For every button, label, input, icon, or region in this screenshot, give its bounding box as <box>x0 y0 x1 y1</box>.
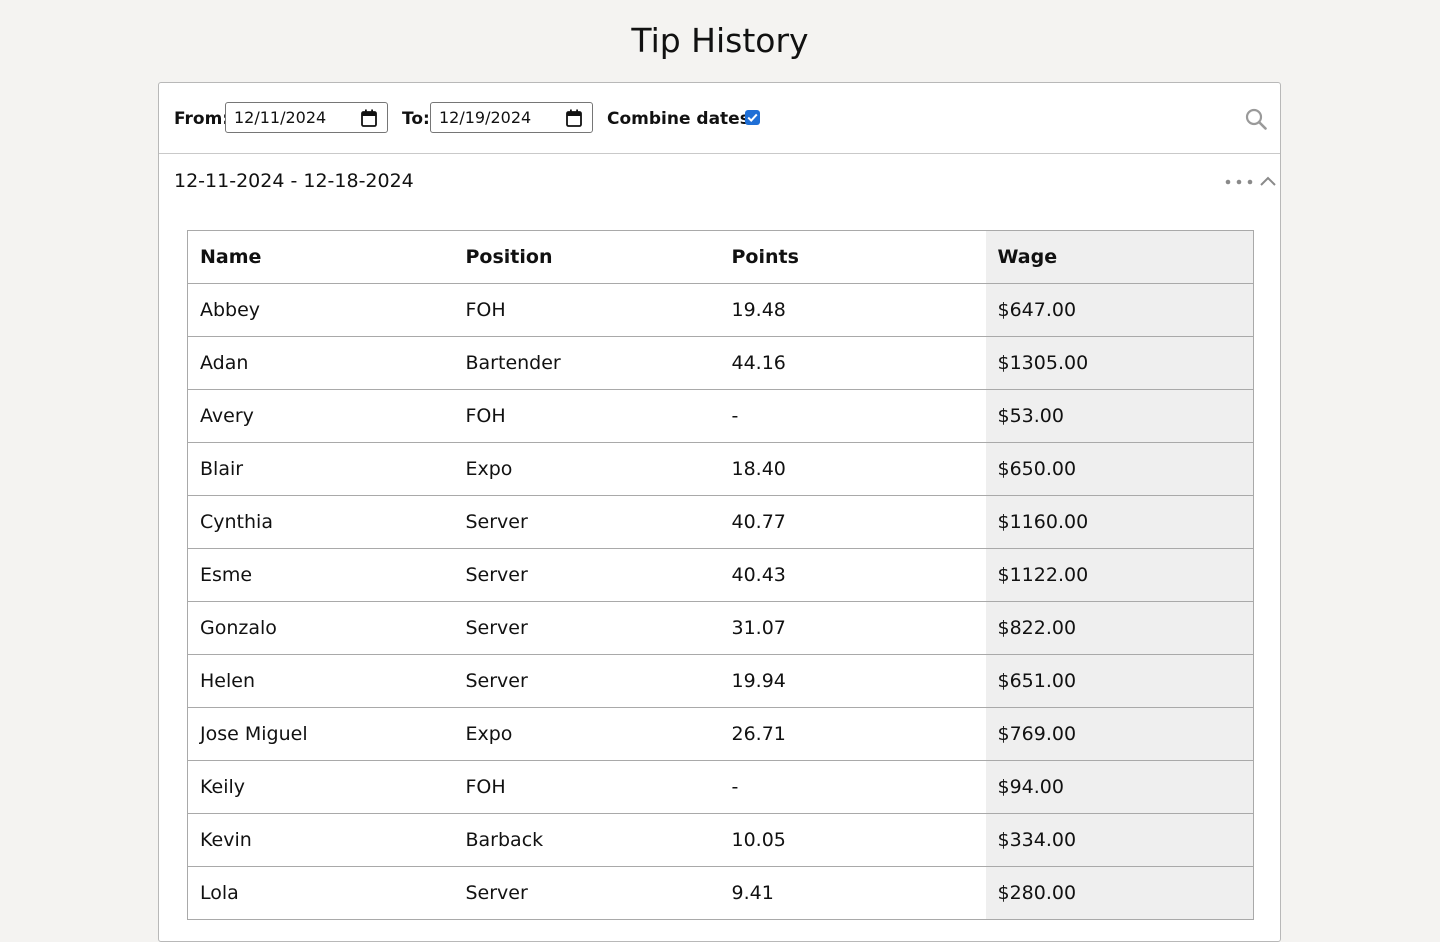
cell-wage: $822.00 <box>985 601 1254 655</box>
cell-points: 31.07 <box>719 601 986 655</box>
calendar-icon[interactable] <box>566 109 582 127</box>
to-date-value: 12/19/2024 <box>439 108 532 127</box>
cell-position: Server <box>453 601 720 655</box>
cell-points: - <box>719 760 986 814</box>
combine-dates-label: Combine dates? <box>607 109 760 129</box>
cell-points: 26.71 <box>719 707 986 761</box>
cell-name: Avery <box>187 389 454 443</box>
cell-name: Esme <box>187 548 454 602</box>
from-date-value: 12/11/2024 <box>234 108 327 127</box>
period-label: 12-11-2024 - 12-18-2024 <box>174 170 414 192</box>
cell-position: FOH <box>453 760 720 814</box>
combine-dates-checkbox[interactable] <box>745 110 760 125</box>
table-row: Blair Expo 18.40 $650.00 <box>187 442 1254 496</box>
column-header-position[interactable]: Position <box>453 230 720 284</box>
cell-position: Expo <box>453 442 720 496</box>
from-date-input[interactable]: 12/11/2024 <box>225 102 388 133</box>
cell-position: Server <box>453 866 720 920</box>
cell-name: Cynthia <box>187 495 454 549</box>
cell-wage: $280.00 <box>985 866 1254 920</box>
cell-wage: $647.00 <box>985 283 1254 337</box>
tip-table: Name Position Points Wage Abbey FOH 19.4… <box>187 230 1254 920</box>
cell-wage: $334.00 <box>985 813 1254 867</box>
table-row: Gonzalo Server 31.07 $822.00 <box>187 601 1254 655</box>
cell-name: Blair <box>187 442 454 496</box>
table-row: Esme Server 40.43 $1122.00 <box>187 548 1254 602</box>
to-label: To: <box>402 109 430 129</box>
cell-position: Barback <box>453 813 720 867</box>
cell-name: Abbey <box>187 283 454 337</box>
table-row: Avery FOH - $53.00 <box>187 389 1254 443</box>
table-row: Kevin Barback 10.05 $334.00 <box>187 813 1254 867</box>
tip-table-body: Abbey FOH 19.48 $647.00 Adan Bartender 4… <box>187 283 1254 920</box>
cell-name: Jose Miguel <box>187 707 454 761</box>
cell-wage: $1305.00 <box>985 336 1254 390</box>
cell-points: 18.40 <box>719 442 986 496</box>
cell-name: Keily <box>187 760 454 814</box>
column-header-points[interactable]: Points <box>719 230 986 284</box>
cell-wage: $1122.00 <box>985 548 1254 602</box>
cell-wage: $94.00 <box>985 760 1254 814</box>
table-row: Lola Server 9.41 $280.00 <box>187 866 1254 920</box>
cell-points: 44.16 <box>719 336 986 390</box>
tip-table-head: Name Position Points Wage <box>187 230 1254 284</box>
cell-wage: $650.00 <box>985 442 1254 496</box>
cell-name: Helen <box>187 654 454 708</box>
search-icon[interactable] <box>1245 108 1267 130</box>
cell-points: 9.41 <box>719 866 986 920</box>
column-header-name[interactable]: Name <box>187 230 454 284</box>
cell-wage: $651.00 <box>985 654 1254 708</box>
column-header-wage[interactable]: Wage <box>985 230 1254 284</box>
cell-points: 40.77 <box>719 495 986 549</box>
cell-name: Lola <box>187 866 454 920</box>
cell-name: Kevin <box>187 813 454 867</box>
cell-position: Server <box>453 495 720 549</box>
filter-bar: From: 12/11/2024 To: 12/19/2024 Combine … <box>159 83 1280 154</box>
cell-position: FOH <box>453 283 720 337</box>
cell-wage: $53.00 <box>985 389 1254 443</box>
cell-position: Server <box>453 654 720 708</box>
table-row: Cynthia Server 40.77 $1160.00 <box>187 495 1254 549</box>
cell-position: Bartender <box>453 336 720 390</box>
cell-points: - <box>719 389 986 443</box>
calendar-icon[interactable] <box>361 109 377 127</box>
cell-position: FOH <box>453 389 720 443</box>
chevron-up-icon[interactable] <box>1259 174 1277 188</box>
cell-name: Gonzalo <box>187 601 454 655</box>
cell-wage: $769.00 <box>985 707 1254 761</box>
table-row: Keily FOH - $94.00 <box>187 760 1254 814</box>
cell-points: 19.48 <box>719 283 986 337</box>
cell-points: 40.43 <box>719 548 986 602</box>
cell-position: Server <box>453 548 720 602</box>
page-title: Tip History <box>631 21 809 60</box>
cell-wage: $1160.00 <box>985 495 1254 549</box>
from-label: From: <box>174 109 230 129</box>
period-header: 12-11-2024 - 12-18-2024 <box>159 154 1280 206</box>
cell-points: 10.05 <box>719 813 986 867</box>
tip-history-card: From: 12/11/2024 To: 12/19/2024 Combine … <box>158 82 1281 942</box>
table-row: Helen Server 19.94 $651.00 <box>187 654 1254 708</box>
table-row: Abbey FOH 19.48 $647.00 <box>187 283 1254 337</box>
cell-position: Expo <box>453 707 720 761</box>
table-row: Jose Miguel Expo 26.71 $769.00 <box>187 707 1254 761</box>
cell-points: 19.94 <box>719 654 986 708</box>
more-horizontal-icon[interactable] <box>1225 176 1253 188</box>
checkmark-icon <box>747 113 758 123</box>
cell-name: Adan <box>187 336 454 390</box>
to-date-input[interactable]: 12/19/2024 <box>430 102 593 133</box>
table-row: Adan Bartender 44.16 $1305.00 <box>187 336 1254 390</box>
table-header-row: Name Position Points Wage <box>187 230 1254 284</box>
